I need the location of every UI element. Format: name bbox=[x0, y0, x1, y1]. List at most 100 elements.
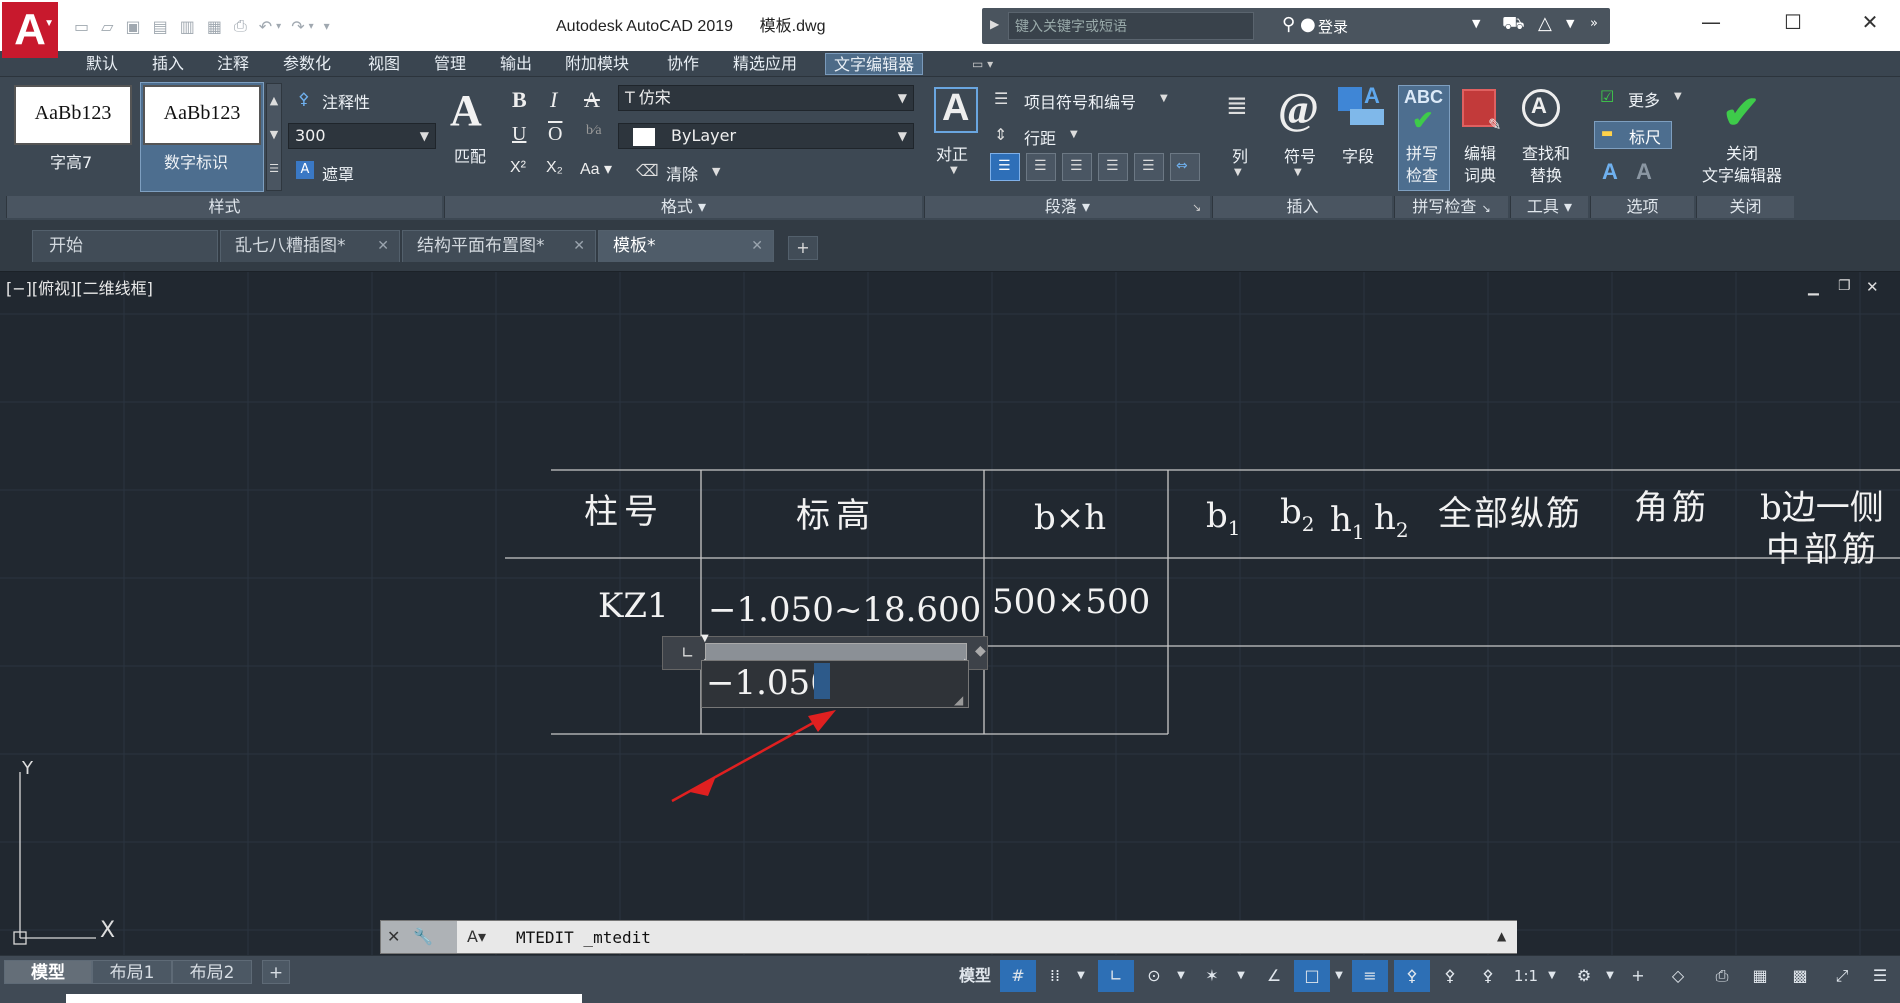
tab-output[interactable]: 输出 bbox=[500, 53, 532, 75]
file-tab-drawing-2[interactable]: 结构平面布置图* ✕ bbox=[402, 230, 596, 262]
snap-mode-icon[interactable]: ⁞⁞ bbox=[1040, 960, 1070, 992]
polar-dropdown-icon[interactable]: ▼ bbox=[1172, 960, 1190, 992]
viewport-controls-label[interactable]: [−][俯视][二维线框] bbox=[6, 275, 153, 299]
workspace-dropdown-icon[interactable]: ▼ bbox=[1602, 960, 1618, 992]
file-tab-active[interactable]: 模板* ✕ bbox=[598, 230, 774, 262]
infocenter-expand-icon[interactable]: ▶ bbox=[990, 17, 999, 31]
subscript-icon[interactable]: X₂ bbox=[546, 159, 563, 177]
customize-qat-icon[interactable]: ▾ bbox=[324, 19, 330, 33]
undo-dropdown-icon[interactable]: ▾ bbox=[276, 21, 281, 32]
tab-insert[interactable]: 插入 bbox=[152, 53, 184, 75]
first-line-indent-icon[interactable]: ▼ bbox=[701, 633, 709, 644]
close-panel-title[interactable]: 关闭 bbox=[1696, 196, 1794, 218]
close-window-button[interactable]: ✕ bbox=[1855, 10, 1885, 40]
snap-dropdown-icon[interactable]: ▼ bbox=[1072, 960, 1090, 992]
mtext-editing-value[interactable]: −1.050 bbox=[706, 663, 832, 703]
redo-dropdown-icon[interactable]: ▾ bbox=[309, 21, 314, 32]
viewport-minimize-icon[interactable]: ▁ bbox=[1808, 280, 1819, 296]
background-mask-button[interactable]: 遮罩 bbox=[322, 161, 354, 185]
mtext-edit-box[interactable]: −1.050 ◢ bbox=[701, 660, 969, 708]
tab-stop-type-icon[interactable]: ∟ bbox=[681, 643, 694, 662]
model-space-button[interactable]: 模型 bbox=[952, 960, 998, 992]
application-menu-button[interactable]: A ▼ bbox=[2, 2, 58, 58]
tab-text-editor[interactable]: 文字编辑器 bbox=[825, 53, 924, 75]
overline-icon[interactable]: O bbox=[548, 123, 562, 146]
lineweight-icon[interactable]: ≡ bbox=[1352, 960, 1388, 992]
dialog-launcher-icon[interactable]: ↘ bbox=[1192, 201, 1201, 214]
overflow-icon[interactable]: » bbox=[1590, 16, 1598, 31]
workspace-gear-icon[interactable]: ⚙ bbox=[1566, 960, 1602, 992]
text-style-swatch-1[interactable]: AaBb123 bbox=[14, 85, 132, 145]
auto-scale-icon[interactable]: ⚴ bbox=[1432, 960, 1468, 992]
ortho-mode-icon[interactable]: ∟ bbox=[1098, 960, 1134, 992]
align-right-button[interactable]: ☰ bbox=[1062, 153, 1092, 181]
width-handle-icon[interactable]: ◆ bbox=[975, 643, 986, 659]
save-icon[interactable]: ▣ bbox=[125, 17, 140, 36]
bullets-dropdown-icon[interactable]: ▼ bbox=[1160, 93, 1168, 104]
grid-toggle-icon[interactable]: # bbox=[1000, 960, 1036, 992]
field-button[interactable]: 字段 bbox=[1342, 143, 1374, 167]
distribute-button[interactable]: ☰ bbox=[1134, 153, 1164, 181]
isolate-objects-icon[interactable]: ◇ bbox=[1660, 960, 1696, 992]
tab-view[interactable]: 视图 bbox=[368, 53, 400, 75]
italic-icon[interactable]: I bbox=[550, 87, 557, 113]
customization-menu-icon[interactable]: ☰ bbox=[1862, 960, 1898, 992]
tab-featured-apps[interactable]: 精选应用 bbox=[733, 53, 797, 75]
symbol-dropdown-icon[interactable]: ▼ bbox=[1294, 167, 1302, 178]
justification-icon[interactable]: A bbox=[934, 87, 978, 133]
osnap-dropdown-icon[interactable]: ▼ bbox=[1330, 960, 1348, 992]
bold-icon[interactable]: B bbox=[512, 87, 527, 113]
tab-collaborate[interactable]: 协作 bbox=[667, 53, 699, 75]
clear-button[interactable]: 清除 bbox=[666, 161, 698, 185]
insert-panel-title[interactable]: 插入 bbox=[1212, 196, 1392, 218]
symbol-button[interactable]: 符号 bbox=[1284, 143, 1316, 167]
file-tab-start[interactable]: 开始 bbox=[32, 230, 218, 262]
cart-icon[interactable]: ⛟ bbox=[1502, 13, 1525, 37]
columns-button[interactable]: 列 bbox=[1232, 143, 1248, 167]
annotation-scale-value[interactable]: 1:1 bbox=[1508, 960, 1544, 992]
horizontal-scrollbar[interactable] bbox=[66, 994, 582, 1003]
minimize-button[interactable]: — bbox=[1696, 10, 1726, 40]
file-tab-drawing-1[interactable]: 乱七八糟插图* ✕ bbox=[220, 230, 400, 262]
spell-panel-title[interactable]: 拼写检查 ↘ bbox=[1394, 196, 1508, 218]
a360-icon[interactable]: △ bbox=[1538, 13, 1552, 34]
scale-dropdown-icon[interactable]: ▼ bbox=[1544, 960, 1560, 992]
command-customize-icon[interactable]: 🔧 bbox=[413, 927, 433, 946]
save-as-icon[interactable]: ▤ bbox=[153, 17, 168, 36]
superscript-icon[interactable]: X² bbox=[510, 159, 526, 177]
justify-button[interactable]: ☰ bbox=[1098, 153, 1128, 181]
graphics-performance-icon[interactable]: ▩ bbox=[1782, 960, 1818, 992]
cloud-save-icon[interactable]: ▥ bbox=[180, 17, 195, 36]
polar-tracking-icon[interactable]: ⊙ bbox=[1136, 960, 1172, 992]
plot-icon[interactable]: ⎙ bbox=[234, 16, 247, 36]
layout-tab-2[interactable]: 布局2 bbox=[172, 960, 252, 984]
change-case-icon[interactable]: Aa ▾ bbox=[580, 159, 612, 179]
command-line[interactable]: ✕ 🔧 A▾ MTEDIT _mtedit ▲ bbox=[380, 920, 1517, 954]
line-spacing-button[interactable]: 行距 bbox=[1024, 125, 1056, 149]
more-dropdown-icon[interactable]: ▼ bbox=[1674, 91, 1682, 102]
close-text-editor-button[interactable]: 关闭 文字编辑器 bbox=[1702, 143, 1782, 187]
isodraft-icon[interactable]: ✶ bbox=[1194, 960, 1230, 992]
redo-icon[interactable]: ↷ bbox=[291, 17, 304, 36]
isodraft-dropdown-icon[interactable]: ▼ bbox=[1232, 960, 1250, 992]
clean-screen-icon[interactable]: ▦ bbox=[1742, 960, 1778, 992]
justification-dropdown-icon[interactable]: ▼ bbox=[950, 165, 958, 176]
text-color-combo[interactable]: ByLayer ▼ bbox=[618, 123, 914, 149]
edit-dictionary-button[interactable]: 编辑 词典 bbox=[1464, 143, 1496, 187]
tab-manage[interactable]: 管理 bbox=[434, 53, 466, 75]
ribbon-minimize-toggle-icon[interactable]: ▭ ▾ bbox=[972, 53, 993, 75]
open-icon[interactable]: ▱ bbox=[101, 17, 113, 36]
close-tab-icon[interactable]: ✕ bbox=[751, 231, 763, 261]
maximize-button[interactable]: ☐ bbox=[1778, 10, 1808, 40]
strikethrough-icon[interactable]: A bbox=[584, 87, 600, 113]
recent-commands-icon[interactable]: A▾ bbox=[467, 927, 486, 946]
clear-dropdown-icon[interactable]: ▼ bbox=[712, 165, 720, 178]
annotative-button[interactable]: 注释性 bbox=[322, 89, 370, 113]
undo-icon[interactable]: ↶ bbox=[259, 17, 272, 36]
style-panel-title[interactable]: 样式 bbox=[6, 196, 442, 218]
stack-icon[interactable]: b⁄a bbox=[586, 123, 602, 139]
tab-annotate[interactable]: 注释 bbox=[217, 53, 249, 75]
redo-text-icon[interactable]: A bbox=[1636, 159, 1652, 185]
annotation-visibility-icon[interactable]: ⚴ bbox=[1394, 960, 1430, 992]
new-tab-plus-icon[interactable]: + bbox=[788, 236, 818, 260]
